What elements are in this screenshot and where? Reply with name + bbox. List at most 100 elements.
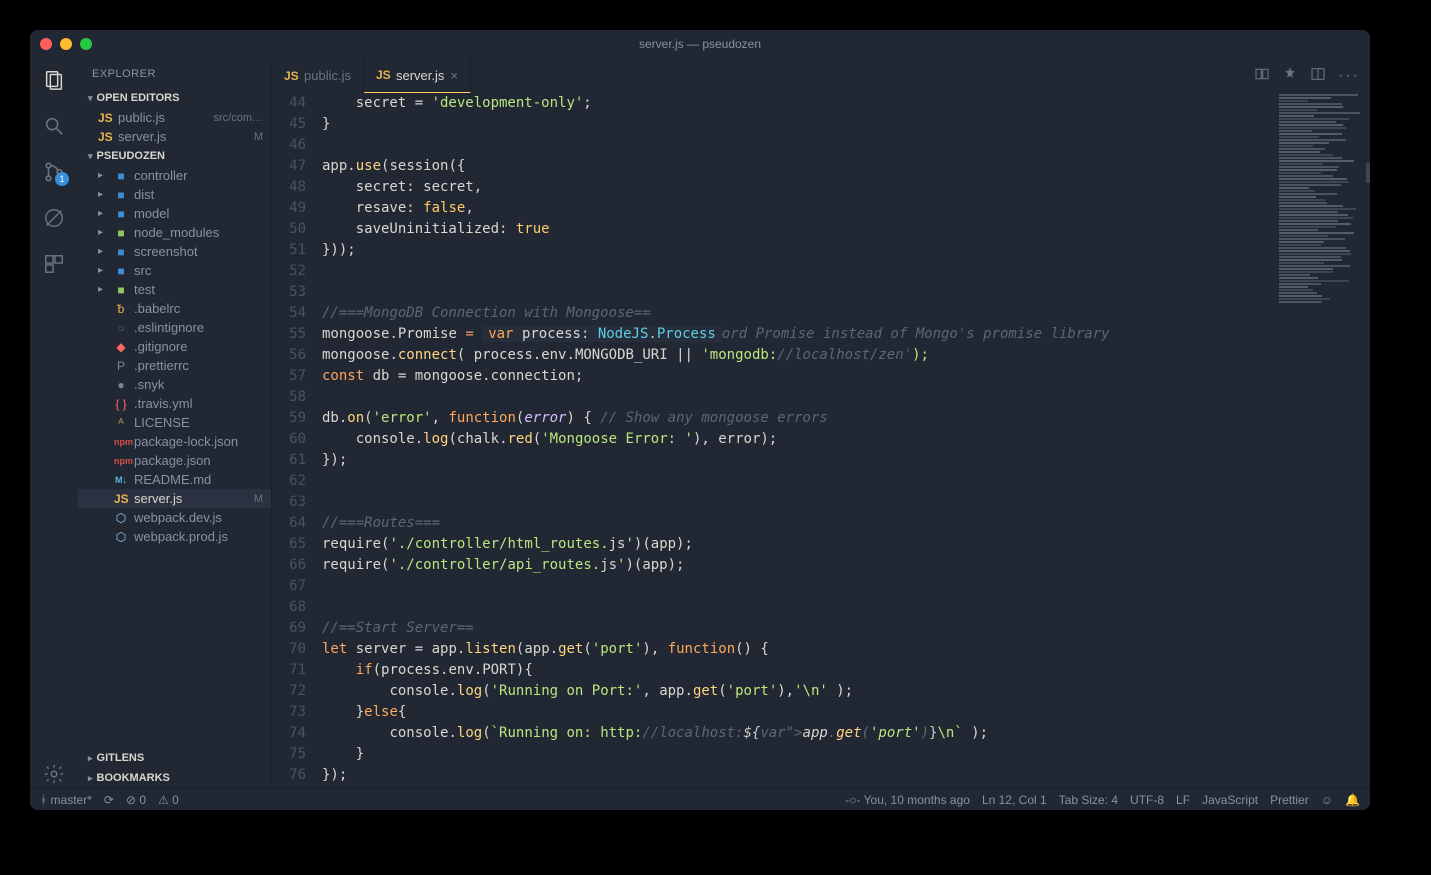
app-window: server.js — pseudozen 1: [30, 30, 1370, 810]
js-file-icon: JS: [98, 130, 112, 144]
folder-item[interactable]: ▸■node_modules: [78, 223, 271, 242]
open-editor-item[interactable]: JSpublic.jssrc/com…: [78, 108, 271, 127]
sidebar: EXPLORER ▾ OPEN EDITORS JSpublic.jssrc/c…: [78, 58, 272, 788]
file-item[interactable]: P.prettierrc: [78, 356, 271, 375]
tab-bar: JSpublic.jsJSserver.js× ···: [272, 58, 1370, 93]
explorer-icon[interactable]: [40, 66, 68, 94]
feedback-icon[interactable]: ☺: [1321, 793, 1333, 807]
editor-tab[interactable]: JSpublic.js: [272, 58, 364, 93]
chevron-right-icon: ▸: [98, 246, 108, 257]
file-item[interactable]: { }.travis.yml: [78, 394, 271, 413]
titlebar: server.js — pseudozen: [30, 30, 1370, 58]
folder-icon: ■: [114, 207, 128, 221]
formatter-status[interactable]: Prettier: [1270, 793, 1309, 807]
debug-icon[interactable]: [40, 204, 68, 232]
file-item[interactable]: npmpackage.json: [78, 451, 271, 470]
md-icon: M↓: [114, 475, 128, 485]
file-item[interactable]: ᴬLICENSE: [78, 413, 271, 432]
file-item[interactable]: ●.snyk: [78, 375, 271, 394]
chevron-right-icon: ▸: [88, 753, 93, 764]
git-sync-icon[interactable]: ⟳: [104, 793, 114, 807]
more-actions-icon[interactable]: ···: [1338, 67, 1360, 85]
folder-icon: ■: [114, 169, 128, 183]
folder-item[interactable]: ▸■model: [78, 204, 271, 223]
file-tree: ▸■controller▸■dist▸■model▸■node_modules▸…: [78, 166, 271, 748]
file-item[interactable]: ◆.gitignore: [78, 337, 271, 356]
open-editors-header[interactable]: ▾ OPEN EDITORS: [78, 88, 271, 108]
window-maximize-light[interactable]: [80, 38, 92, 50]
notifications-icon[interactable]: 🔔: [1345, 793, 1360, 807]
file-item[interactable]: ⬡webpack.prod.js: [78, 527, 271, 546]
babel-icon: ᵬ: [114, 302, 128, 316]
split-editor-icon[interactable]: [1310, 66, 1326, 85]
folder-item[interactable]: ▸■src: [78, 261, 271, 280]
bookmarks-header[interactable]: ▸ BOOKMARKS: [78, 768, 271, 788]
folder-item[interactable]: ▸■test: [78, 280, 271, 299]
window-title: server.js — pseudozen: [639, 37, 761, 51]
chevron-down-icon: ▾: [88, 151, 93, 162]
activity-bar: 1: [30, 58, 78, 788]
errors-count[interactable]: ⊘ 0: [126, 793, 146, 807]
gitlens-header[interactable]: ▸ GITLENS: [78, 748, 271, 768]
js-file-icon: JS: [284, 69, 298, 83]
sidebar-title: EXPLORER: [78, 58, 271, 88]
source-control-icon[interactable]: 1: [40, 158, 68, 186]
status-bar: ᚼ master* ⟳ ⊘ 0 ⚠ 0 -○- You, 10 months a…: [30, 788, 1370, 810]
encoding-status[interactable]: UTF-8: [1130, 793, 1164, 807]
folderg-icon: ■: [114, 283, 128, 297]
code-editor[interactable]: 4445464748495051525354555657585960616263…: [272, 93, 1370, 788]
extensions-icon[interactable]: [40, 250, 68, 278]
window-close-light[interactable]: [40, 38, 52, 50]
folder-item[interactable]: ▸■dist: [78, 185, 271, 204]
folder-icon: ■: [114, 245, 128, 259]
license-icon: ᴬ: [114, 416, 128, 430]
warnings-count[interactable]: ⚠ 0: [158, 793, 179, 807]
prettier-icon: P: [114, 359, 128, 373]
editor-tab[interactable]: JSserver.js×: [364, 58, 471, 93]
open-editor-item[interactable]: JSserver.jsM: [78, 127, 271, 146]
search-icon[interactable]: [40, 112, 68, 140]
close-tab-icon[interactable]: ×: [450, 68, 458, 83]
editor-actions: ···: [1254, 58, 1370, 93]
js-file-icon: JS: [98, 111, 112, 125]
compare-icon[interactable]: [1254, 66, 1270, 85]
chevron-right-icon: ▸: [88, 773, 93, 784]
indent-status[interactable]: Tab Size: 4: [1059, 793, 1118, 807]
minimap-viewport-indicator: [1366, 163, 1370, 183]
folderg-icon: ■: [114, 226, 128, 240]
project-header[interactable]: ▾ PSEUDOZEN: [78, 146, 271, 166]
snyk-icon: ●: [114, 378, 128, 392]
js-file-icon: JS: [376, 68, 390, 82]
chevron-right-icon: ▸: [98, 189, 108, 200]
file-item[interactable]: ○.eslintignore: [78, 318, 271, 337]
git-branch[interactable]: ᚼ master*: [40, 793, 92, 807]
chevron-right-icon: ▸: [98, 170, 108, 181]
source-control-badge: 1: [55, 172, 69, 186]
folder-item[interactable]: ▸■screenshot: [78, 242, 271, 261]
chevron-down-icon: ▾: [88, 93, 93, 104]
file-item[interactable]: M↓README.md: [78, 470, 271, 489]
folder-item[interactable]: ▸■controller: [78, 166, 271, 185]
folder-icon: ■: [114, 188, 128, 202]
git-blame-inline[interactable]: -○- You, 10 months ago: [845, 793, 970, 807]
gitlens-icon[interactable]: [1282, 66, 1298, 85]
code-content[interactable]: secret = 'development-only'; } app.use(s…: [322, 93, 1370, 788]
minimap[interactable]: [1275, 93, 1370, 788]
file-item[interactable]: JSserver.jsM: [78, 489, 271, 508]
webpack-icon: ⬡: [114, 511, 128, 525]
eol-status[interactable]: LF: [1176, 793, 1190, 807]
editor-group: JSpublic.jsJSserver.js× ··· 444546474849…: [272, 58, 1370, 788]
npm-icon: npm: [114, 437, 128, 447]
settings-gear-icon[interactable]: [40, 760, 68, 788]
cursor-position[interactable]: Ln 12, Col 1: [982, 793, 1047, 807]
file-item[interactable]: ᵬ.babelrc: [78, 299, 271, 318]
open-editors-list: JSpublic.jssrc/com…JSserver.jsM: [78, 108, 271, 146]
line-number-gutter: 4445464748495051525354555657585960616263…: [272, 93, 322, 788]
npm-icon: npm: [114, 456, 128, 466]
file-item[interactable]: ⬡webpack.dev.js: [78, 508, 271, 527]
folder-icon: ■: [114, 264, 128, 278]
chevron-right-icon: ▸: [98, 208, 108, 219]
window-minimize-light[interactable]: [60, 38, 72, 50]
language-mode[interactable]: JavaScript: [1202, 793, 1258, 807]
file-item[interactable]: npmpackage-lock.json: [78, 432, 271, 451]
